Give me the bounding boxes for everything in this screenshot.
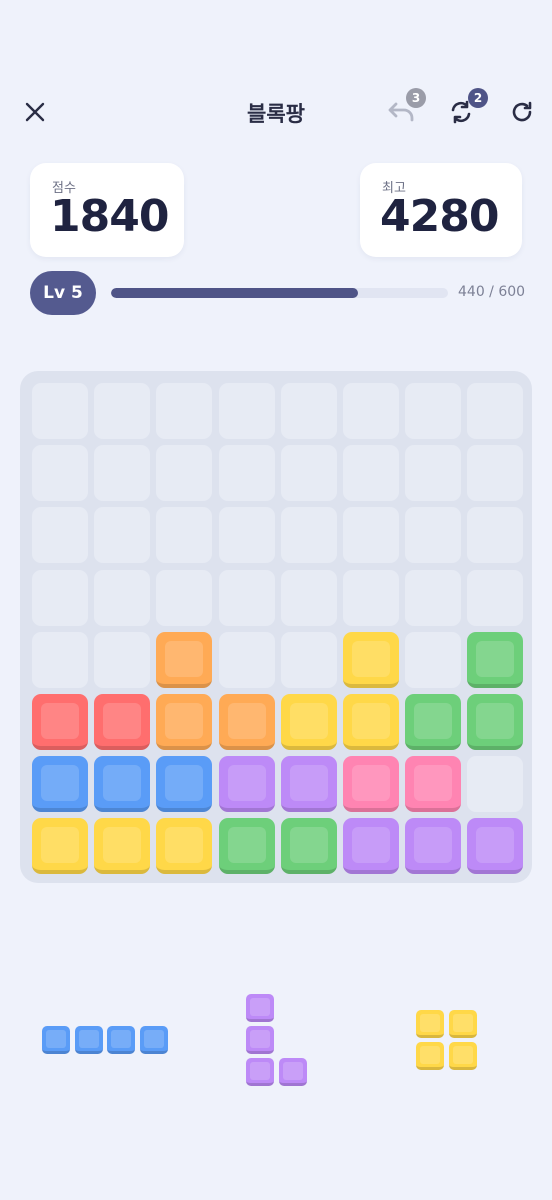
board-cell-empty[interactable] (343, 445, 399, 502)
board-cell-green[interactable] (405, 694, 462, 750)
board-cell-green[interactable] (280, 818, 337, 875)
board-cell-empty[interactable] (405, 507, 462, 564)
level-badge: Lv 5 (30, 271, 96, 315)
piece-block (246, 1026, 274, 1054)
board-cell-empty[interactable] (32, 631, 88, 688)
board-cell-empty[interactable] (280, 383, 337, 439)
board-cell-purple[interactable] (343, 818, 399, 875)
xp-progress-fill (111, 288, 359, 298)
board-cell-yellow[interactable] (280, 694, 337, 750)
board-cell-empty[interactable] (94, 631, 151, 688)
piece-block (139, 1026, 168, 1054)
piece-block (448, 1042, 477, 1070)
piece-block (107, 1026, 135, 1054)
board-cell-purple[interactable] (280, 756, 337, 813)
board-cell-yellow[interactable] (94, 818, 151, 875)
board-cell-yellow[interactable] (32, 818, 88, 875)
board-cell-purple[interactable] (218, 756, 275, 813)
board-cell-blue[interactable] (94, 756, 151, 813)
board-cell-green[interactable] (467, 631, 524, 688)
board-cell-empty[interactable] (218, 507, 275, 564)
undo-button[interactable]: 3 (379, 88, 426, 134)
board-cell-empty[interactable] (467, 569, 524, 626)
score-card: 점수 1840 (30, 163, 184, 257)
board-cell-empty[interactable] (280, 507, 337, 564)
board-cell-orange[interactable] (218, 694, 275, 750)
board-cell-empty[interactable] (405, 445, 462, 502)
game-board[interactable] (20, 371, 532, 883)
piece-block (246, 1058, 274, 1086)
board-cell-empty[interactable] (32, 445, 88, 502)
board-cell-green[interactable] (218, 818, 275, 875)
board-cell-pink[interactable] (343, 756, 399, 813)
score-value: 1840 (50, 191, 169, 242)
undo-count-badge: 3 (406, 88, 426, 108)
board-cell-pink[interactable] (405, 756, 462, 813)
board-cell-empty[interactable] (156, 569, 213, 626)
board-cell-yellow[interactable] (156, 818, 213, 875)
piece-block (416, 1042, 444, 1070)
swap-button[interactable]: 2 (439, 88, 488, 134)
swap-count-badge: 2 (468, 88, 488, 108)
board-cell-empty[interactable] (32, 507, 88, 564)
board-cell-empty[interactable] (94, 569, 151, 626)
best-score-card: 최고 4280 (360, 163, 522, 257)
xp-progress-text: 440 / 600 (458, 284, 526, 300)
board-cell-empty[interactable] (467, 445, 524, 502)
restart-button[interactable] (500, 90, 544, 134)
board-cell-empty[interactable] (405, 631, 462, 688)
board-cell-purple[interactable] (405, 818, 462, 875)
piece-block (42, 1026, 70, 1054)
board-cell-red[interactable] (94, 694, 151, 750)
board-cell-empty[interactable] (467, 756, 524, 813)
board-cell-empty[interactable] (94, 507, 151, 564)
board-cell-empty[interactable] (343, 569, 399, 626)
board-cell-empty[interactable] (405, 569, 462, 626)
board-cell-empty[interactable] (218, 383, 275, 439)
board-cell-empty[interactable] (343, 383, 399, 439)
board-cell-empty[interactable] (32, 383, 88, 439)
board-cell-empty[interactable] (280, 569, 337, 626)
piece-block (448, 1010, 477, 1038)
board-cell-empty[interactable] (467, 507, 524, 564)
board-cell-empty[interactable] (405, 383, 462, 439)
piece-block (246, 994, 274, 1022)
board-cell-green[interactable] (467, 694, 524, 750)
board-cell-empty[interactable] (280, 445, 337, 502)
piece-block (416, 1010, 444, 1038)
board-cell-red[interactable] (32, 694, 88, 750)
board-cell-yellow[interactable] (343, 631, 399, 688)
board-cell-empty[interactable] (218, 631, 275, 688)
best-score-value: 4280 (380, 191, 499, 242)
board-cell-empty[interactable] (218, 445, 275, 502)
piece-block (74, 1026, 103, 1054)
board-cell-yellow[interactable] (343, 694, 399, 750)
board-cell-empty[interactable] (94, 445, 151, 502)
board-cell-orange[interactable] (156, 694, 213, 750)
board-cell-empty[interactable] (94, 383, 151, 439)
board-cell-empty[interactable] (343, 507, 399, 564)
board-cell-empty[interactable] (156, 507, 213, 564)
board-cell-blue[interactable] (156, 756, 213, 813)
xp-progress-bar (111, 288, 448, 298)
board-cell-blue[interactable] (32, 756, 88, 813)
board-cell-empty[interactable] (280, 631, 337, 688)
board-cell-orange[interactable] (156, 631, 213, 688)
board-cell-empty[interactable] (156, 445, 213, 502)
top-bar: 블록팡 3 2 (0, 88, 552, 136)
board-cell-empty[interactable] (218, 569, 275, 626)
board-cell-empty[interactable] (156, 383, 213, 439)
refresh-icon (512, 101, 532, 122)
board-cell-empty[interactable] (32, 569, 88, 626)
board-cell-purple[interactable] (467, 818, 524, 875)
piece-block (278, 1058, 307, 1086)
board-cell-empty[interactable] (467, 383, 524, 439)
